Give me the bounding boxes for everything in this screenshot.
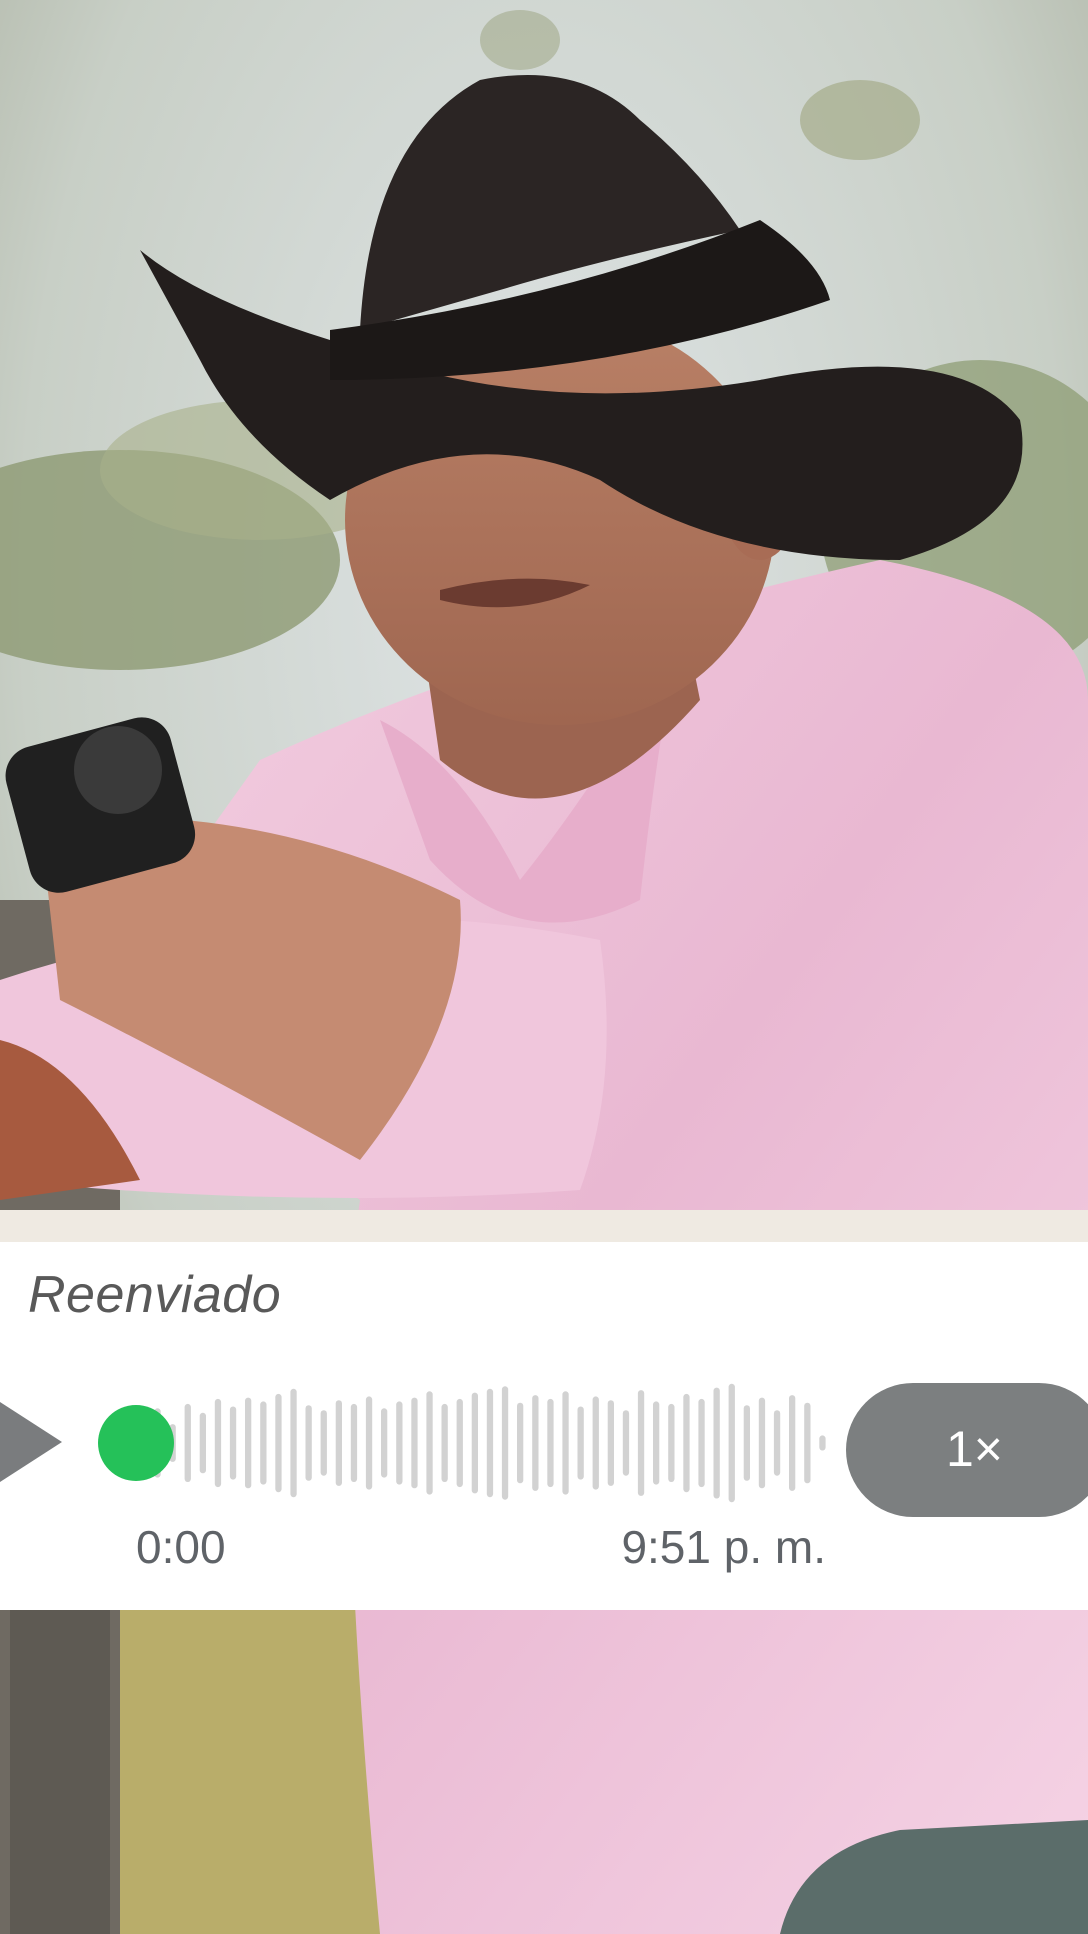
waveform-bar <box>486 1388 494 1498</box>
waveform-bar <box>245 1397 252 1489</box>
elapsed-time: 0:00 <box>136 1521 226 1573</box>
waveform-bar <box>184 1403 191 1482</box>
waveform-bar <box>260 1401 267 1485</box>
waveform-bar <box>819 1435 826 1451</box>
forwarded-label: Reenviado <box>28 1266 282 1324</box>
chat-screen: Reenviado 0:00 9:51 p. m. 1× <box>0 0 1088 1934</box>
waveform-bar <box>517 1402 524 1484</box>
waveform-bar <box>381 1408 388 1478</box>
waveform-bar <box>199 1412 206 1474</box>
waveform-bar <box>426 1391 433 1495</box>
photo-image <box>0 0 1088 1210</box>
waveform-bar <box>622 1410 630 1476</box>
waveform-bar <box>592 1396 599 1490</box>
photo-background-top <box>0 0 1088 1210</box>
waveform-bar <box>305 1405 312 1481</box>
waveform-bar <box>547 1398 554 1488</box>
waveform-bar <box>804 1402 811 1484</box>
waveform-bar <box>713 1387 720 1499</box>
waveform-bar <box>365 1396 373 1490</box>
waveform-bar <box>229 1406 237 1480</box>
playback-speed-label: 1× <box>946 1421 1004 1477</box>
photo-background-bottom <box>0 1610 1088 1934</box>
waveform-bar <box>411 1397 418 1489</box>
message-timestamp: 9:51 p. m. <box>621 1521 826 1573</box>
waveform-bar <box>320 1410 327 1476</box>
waveform-bar <box>471 1392 478 1494</box>
waveform-bar <box>290 1388 297 1498</box>
waveform-bar <box>501 1386 509 1500</box>
waveform-bar <box>396 1401 403 1485</box>
playback-speed-button[interactable]: 1× <box>846 1383 1088 1517</box>
waveform-bar <box>743 1405 750 1481</box>
waveform-bar <box>441 1403 448 1482</box>
waveform-bar <box>456 1398 463 1488</box>
waveform-bar <box>773 1410 781 1476</box>
waveform-bar <box>653 1401 660 1485</box>
waveform-bar <box>758 1397 766 1489</box>
waveform-bar <box>577 1406 584 1480</box>
waveform-bar <box>789 1395 796 1491</box>
waveform-bar <box>683 1393 690 1493</box>
chat-wallpaper-strip <box>0 1210 1088 1242</box>
waveform-bar <box>607 1400 614 1486</box>
play-button[interactable] <box>0 1398 70 1486</box>
waveform-bar <box>698 1398 705 1488</box>
audio-waveform[interactable] <box>150 1380 830 1506</box>
playback-progress-thumb[interactable] <box>98 1405 174 1481</box>
waveform-bar <box>275 1393 282 1493</box>
waveform-bar <box>562 1391 569 1495</box>
play-icon <box>0 1402 62 1482</box>
waveform-bar <box>532 1395 539 1491</box>
waveform-bar <box>668 1403 675 1482</box>
waveform-bar <box>728 1383 735 1503</box>
waveform-bar <box>335 1400 342 1486</box>
photo-image-lower <box>0 1610 1088 1934</box>
waveform-bar <box>214 1398 222 1488</box>
waveform-bar <box>350 1403 358 1482</box>
waveform-bar <box>637 1390 645 1496</box>
